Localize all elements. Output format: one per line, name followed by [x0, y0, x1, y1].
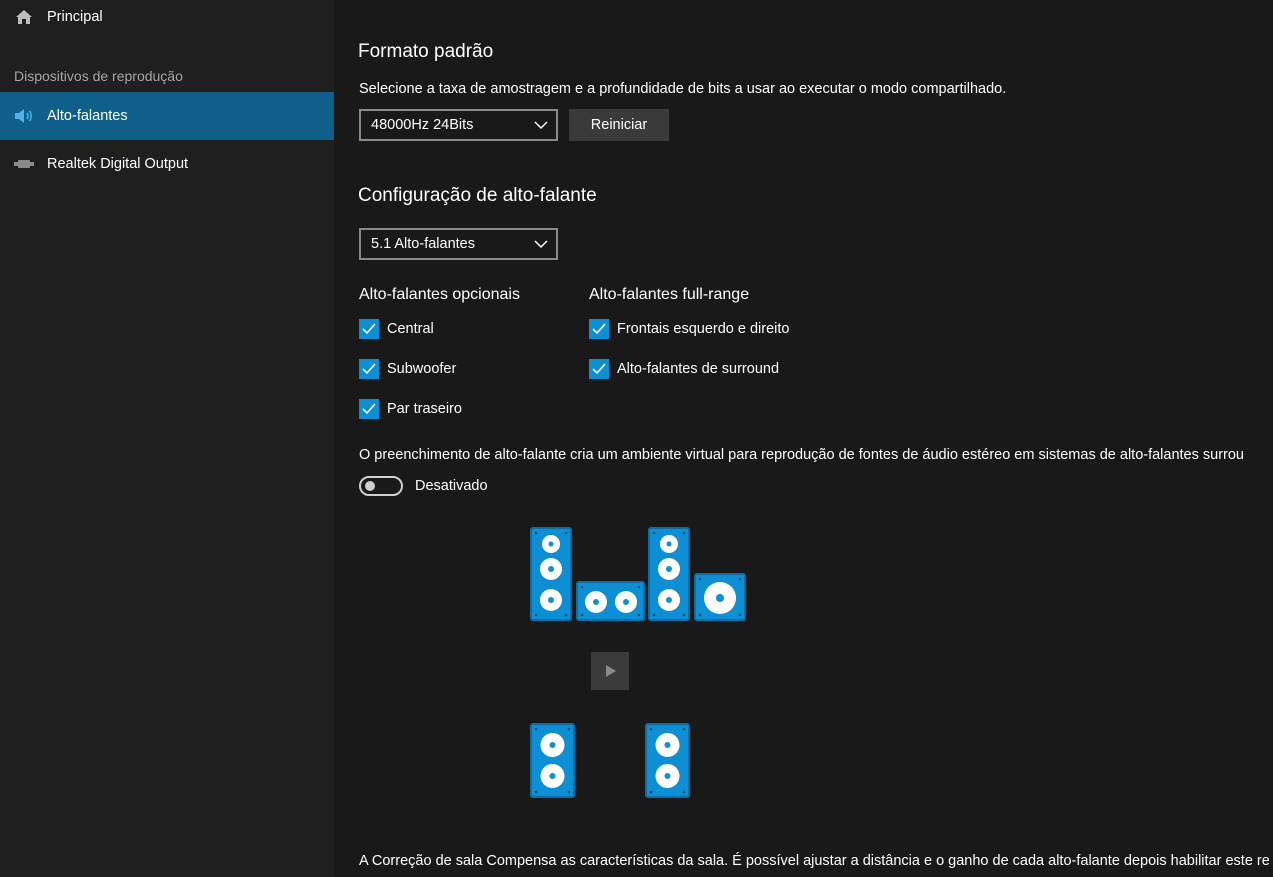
fullrange-speakers-title: Alto-falantes full-range [589, 286, 750, 303]
room-correction-description: A Correção de sala Compensa as caracterí… [359, 853, 1270, 869]
checkmark-icon [589, 359, 609, 379]
speaker-center[interactable] [576, 581, 645, 621]
speaker-front-left[interactable] [530, 527, 572, 621]
speaker-subwoofer[interactable] [694, 573, 746, 621]
checkbox-label: Frontais esquerdo e direito [617, 321, 790, 337]
sidebar-item-home[interactable]: Principal [0, 0, 334, 41]
checkbox-front-lr[interactable]: Frontais esquerdo e direito [589, 319, 790, 339]
reset-button[interactable]: Reiniciar [569, 109, 669, 141]
checkbox-label: Central [387, 321, 434, 337]
speaker-icon [652, 531, 686, 617]
test-play-button[interactable] [591, 652, 629, 690]
toggle-switch[interactable] [359, 476, 403, 496]
config-dropdown[interactable]: 5.1 Alto-falantes [359, 228, 558, 260]
checkbox-central[interactable]: Central [359, 319, 434, 339]
checkbox-label: Subwoofer [387, 361, 457, 377]
toggle-knob [365, 481, 375, 491]
speaker-fill-description: O preenchimento de alto-falante cria um … [359, 447, 1244, 463]
sidebar: Principal Dispositivos de reprodução Alt… [0, 0, 334, 877]
checkbox-label: Par traseiro [387, 401, 462, 417]
speaker-fill-toggle[interactable]: Desativado [359, 476, 488, 496]
format-title: Formato padrão [358, 41, 494, 62]
checkmark-icon [359, 399, 379, 419]
format-dropdown[interactable]: 48000Hz 24Bits [359, 109, 558, 141]
chevron-down-icon [534, 240, 548, 249]
digital-output-icon [14, 156, 34, 172]
speaker-front-right[interactable] [648, 527, 690, 621]
checkbox-subwoofer[interactable]: Subwoofer [359, 359, 456, 379]
speaker-rear-left[interactable] [530, 723, 575, 798]
sidebar-item-label: Realtek Digital Output [47, 156, 189, 172]
sidebar-item-label: Alto-falantes [47, 108, 128, 124]
config-title: Configuração de alto-falante [358, 185, 597, 206]
speaker-icon [649, 727, 686, 794]
toggle-label: Desativado [415, 478, 488, 494]
optional-speakers-title: Alto-falantes opcionais [359, 286, 520, 303]
speaker-icon [534, 727, 571, 794]
speaker-icon [14, 108, 34, 124]
speaker-icon [580, 585, 641, 617]
checkbox-label: Alto-falantes de surround [617, 361, 780, 377]
format-description: Selecione a taxa de amostragem e a profu… [359, 81, 1007, 97]
checkmark-icon [359, 319, 379, 339]
config-dropdown-value: 5.1 Alto-falantes [371, 236, 475, 252]
play-icon [606, 665, 616, 677]
checkbox-surround[interactable]: Alto-falantes de surround [589, 359, 779, 379]
checkmark-icon [589, 319, 609, 339]
chevron-down-icon [534, 121, 548, 130]
home-icon [14, 9, 34, 25]
format-dropdown-value: 48000Hz 24Bits [371, 117, 474, 133]
section-label: Dispositivos de reprodução [14, 68, 183, 84]
sidebar-item-label: Principal [47, 9, 103, 25]
sidebar-item-speakers[interactable]: Alto-falantes [0, 92, 334, 140]
speaker-rear-right[interactable] [645, 723, 690, 798]
checkbox-rear-pair[interactable]: Par traseiro [359, 399, 462, 419]
checkmark-icon [359, 359, 379, 379]
sidebar-item-realtek[interactable]: Realtek Digital Output [0, 140, 334, 188]
speaker-icon [534, 531, 568, 617]
speaker-icon [698, 577, 742, 617]
main-content: Formato padrão Selecione a taxa de amost… [334, 0, 1273, 877]
